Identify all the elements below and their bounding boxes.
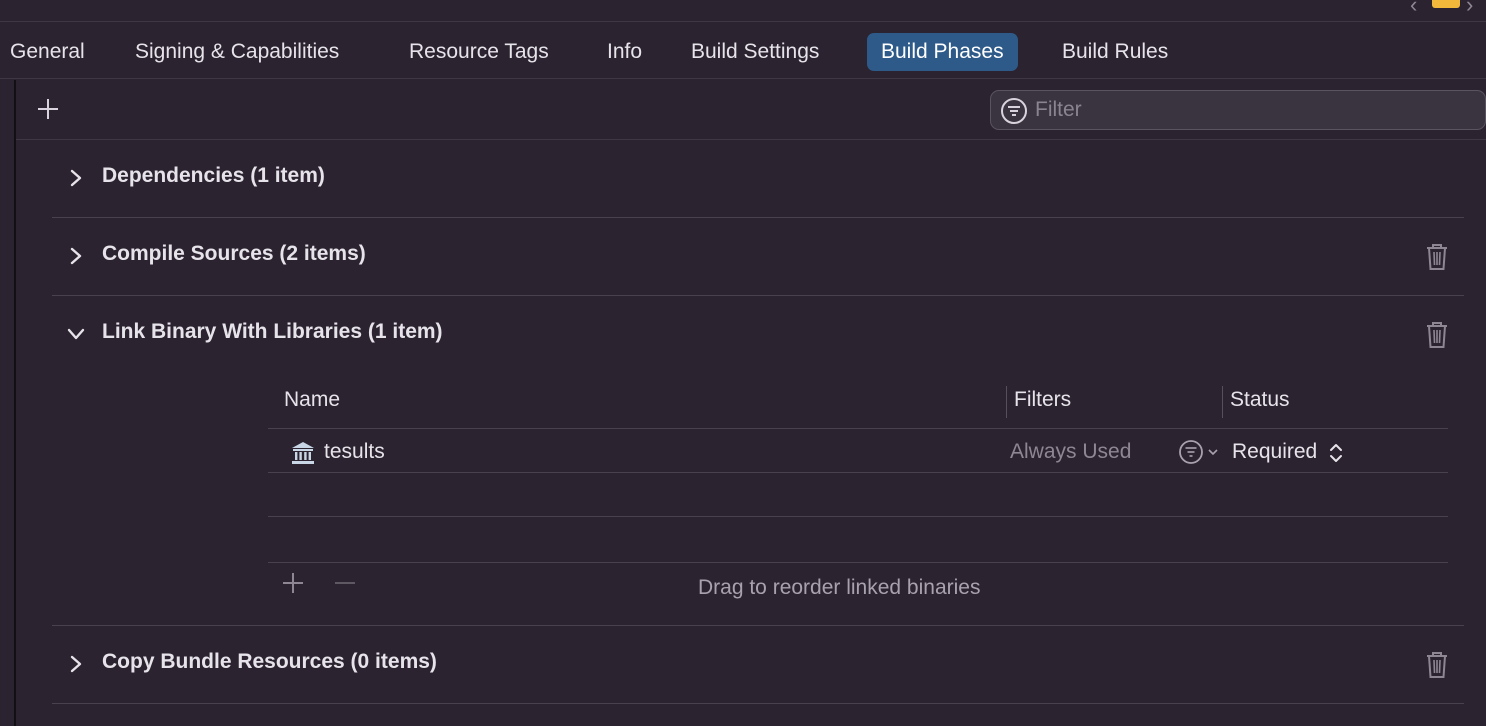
nav-back-icon[interactable]: ‹ [1410,0,1417,18]
add-library-button[interactable] [282,570,304,600]
section-title: Dependencies (1 item) [102,164,325,187]
tab-build-rules[interactable]: Build Rules [1048,33,1182,71]
library-filter-value: Always Used [1010,440,1132,463]
row-divider [268,428,1448,429]
tab-signing-capabilities[interactable]: Signing & Capabilities [121,33,353,71]
chevron-right-icon[interactable] [66,164,86,192]
library-icon [292,442,314,464]
plus-icon [283,573,303,593]
library-status: Required [1232,440,1318,463]
column-header-status[interactable]: Status [1230,388,1290,412]
remove-library-button[interactable] [334,570,356,600]
window-top-strip: ‹ › [0,0,1486,22]
nav-forward-icon[interactable]: › [1466,0,1473,18]
section-title: Link Binary With Libraries (1 item) [102,320,443,343]
chevron-right-icon[interactable] [66,242,86,270]
minus-icon [335,582,355,584]
warning-icon[interactable] [1432,0,1460,8]
chevron-down-icon[interactable] [66,320,86,348]
filter-circle-icon [1179,440,1218,464]
tab-info[interactable]: Info [593,33,656,71]
filter-popup-button[interactable] [1178,438,1220,466]
chevron-right-icon[interactable] [66,650,86,678]
library-name: tesults [324,440,385,463]
section-copy-bundle-resources[interactable]: Copy Bundle Resources (0 items) [52,626,1464,704]
trash-icon[interactable] [1424,242,1452,272]
tab-build-settings[interactable]: Build Settings [677,33,833,71]
add-build-phase-button[interactable] [34,92,62,126]
tab-resource-tags[interactable]: Resource Tags [395,33,563,71]
row-divider [268,516,1448,517]
column-separator [1006,386,1007,418]
drag-reorder-hint: Drag to reorder linked binaries [698,576,981,599]
linked-libraries-table: Name Filters Status tesults Always Used [268,380,1448,608]
sidebar-divider [14,80,16,726]
status-popup-button[interactable]: Required [1232,438,1362,468]
trash-icon[interactable] [1424,650,1452,680]
column-header-filters[interactable]: Filters [1014,388,1071,412]
build-phases-toolbar [16,80,1486,140]
section-title: Compile Sources (2 items) [102,242,366,265]
tab-general[interactable]: General [0,33,99,71]
up-down-chevron-icon [1330,444,1342,462]
row-divider [268,562,1448,563]
filter-field[interactable] [990,90,1486,130]
section-dependencies[interactable]: Dependencies (1 item) [52,140,1464,218]
column-header-name[interactable]: Name [284,388,340,412]
plus-icon [38,99,58,119]
section-title: Copy Bundle Resources (0 items) [102,650,437,673]
tab-build-phases[interactable]: Build Phases [867,33,1018,71]
section-compile-sources[interactable]: Compile Sources (2 items) [52,218,1464,296]
filter-circle-icon [1001,98,1027,124]
trash-icon[interactable] [1424,320,1452,350]
editor-tab-bar: General Signing & Capabilities Resource … [0,23,1486,79]
filter-input[interactable] [1033,95,1473,125]
row-divider [268,472,1448,473]
column-separator [1222,386,1223,418]
